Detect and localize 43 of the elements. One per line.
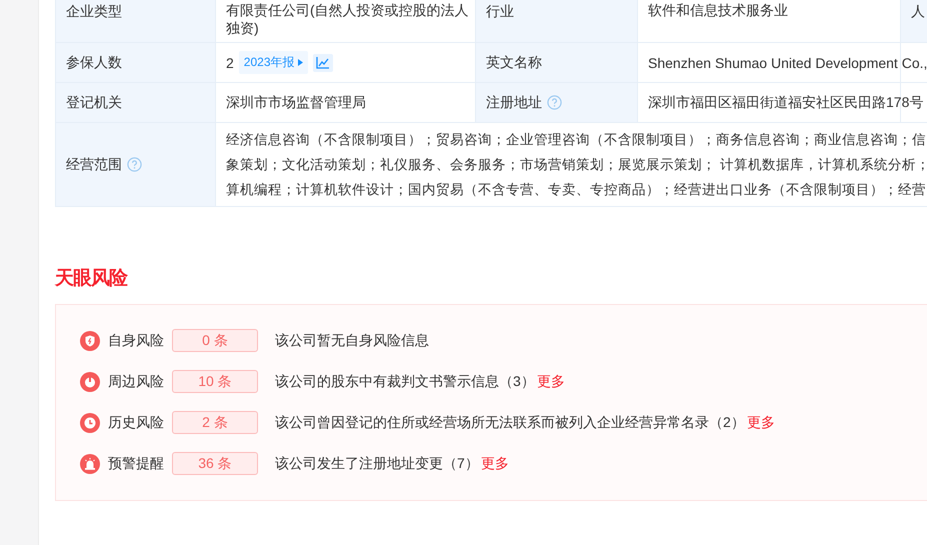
field-value: 深圳市市场监督管理局 — [226, 94, 366, 112]
risk-category: 自身风险 — [108, 332, 165, 350]
field-label: 登记机关 — [66, 94, 122, 112]
risk-category: 周边风险 — [108, 372, 165, 390]
help-icon[interactable] — [127, 157, 142, 172]
field-label: 行业 — [486, 3, 514, 21]
risk-description: 该公司的股东中有裁判文书警示信息（3） — [275, 372, 535, 390]
field-value: Shenzhen Shumao United Development Co., — [648, 54, 927, 70]
field-value: 象策划；文化活动策划；礼仪服务、会务服务；市场营销策划；展览展示策划； 计算机数据库，计算机系统分析； — [226, 156, 927, 174]
field-value: 软件和信息技术服务业 — [648, 1, 788, 19]
report-link[interactable]: 2023年报 — [238, 51, 308, 74]
risk-description: 该公司发生了注册地址变更（7） — [275, 454, 479, 472]
trend-chart-icon[interactable] — [312, 54, 332, 72]
risk-description: 该公司暂无自身风险信息 — [275, 332, 429, 350]
help-icon[interactable] — [547, 95, 562, 110]
field-label: 经营范围 — [66, 156, 122, 174]
count-badge[interactable]: 0 条 — [172, 329, 258, 352]
section-title: 天眼风险 — [55, 267, 128, 291]
field-label: 人 — [911, 3, 925, 21]
more-link[interactable]: 更多 — [536, 372, 565, 390]
risk-category: 预警提醒 — [108, 454, 165, 472]
field-value: 深圳市福田区福田街道福安社区民田路178号 — [648, 94, 924, 112]
field-label: 参保人数 — [66, 54, 122, 72]
more-link[interactable]: 更多 — [746, 414, 775, 432]
more-link[interactable]: 更多 — [480, 454, 509, 472]
clock-icon — [80, 412, 100, 432]
field-value: 算机编程；计算机软件设计；国内贸易（不含专营、专卖、专控商品）；经营进出口业务（不含限制项目）；经营 — [226, 181, 926, 199]
caret-icon — [298, 59, 302, 66]
shield-icon — [80, 330, 100, 350]
count-badge[interactable]: 2 条 — [172, 411, 258, 434]
alarm-icon — [80, 454, 100, 474]
field-value: 独资) — [226, 19, 259, 37]
field-value: 2 — [226, 54, 234, 70]
field-value: 经济信息咨询（不含限制项目）；贸易咨询；企业管理咨询（不含限制项目）；商务信息咨询；商业信息咨询；信 — [226, 131, 926, 149]
power-icon — [80, 372, 100, 392]
field-value: 有限责任公司(自然人投资或控股的法人 — [226, 1, 469, 19]
field-label: 英文名称 — [486, 54, 542, 72]
field-label: 注册地址 — [486, 94, 542, 112]
count-badge[interactable]: 10 条 — [172, 370, 258, 393]
count-badge[interactable]: 36 条 — [172, 452, 258, 475]
risk-description: 该公司曾因登记的住所或经营场所无法联系而被列入企业经营异常名录（2） — [275, 414, 745, 432]
risk-category: 历史风险 — [108, 414, 165, 432]
field-label: 企业类型 — [66, 3, 122, 21]
